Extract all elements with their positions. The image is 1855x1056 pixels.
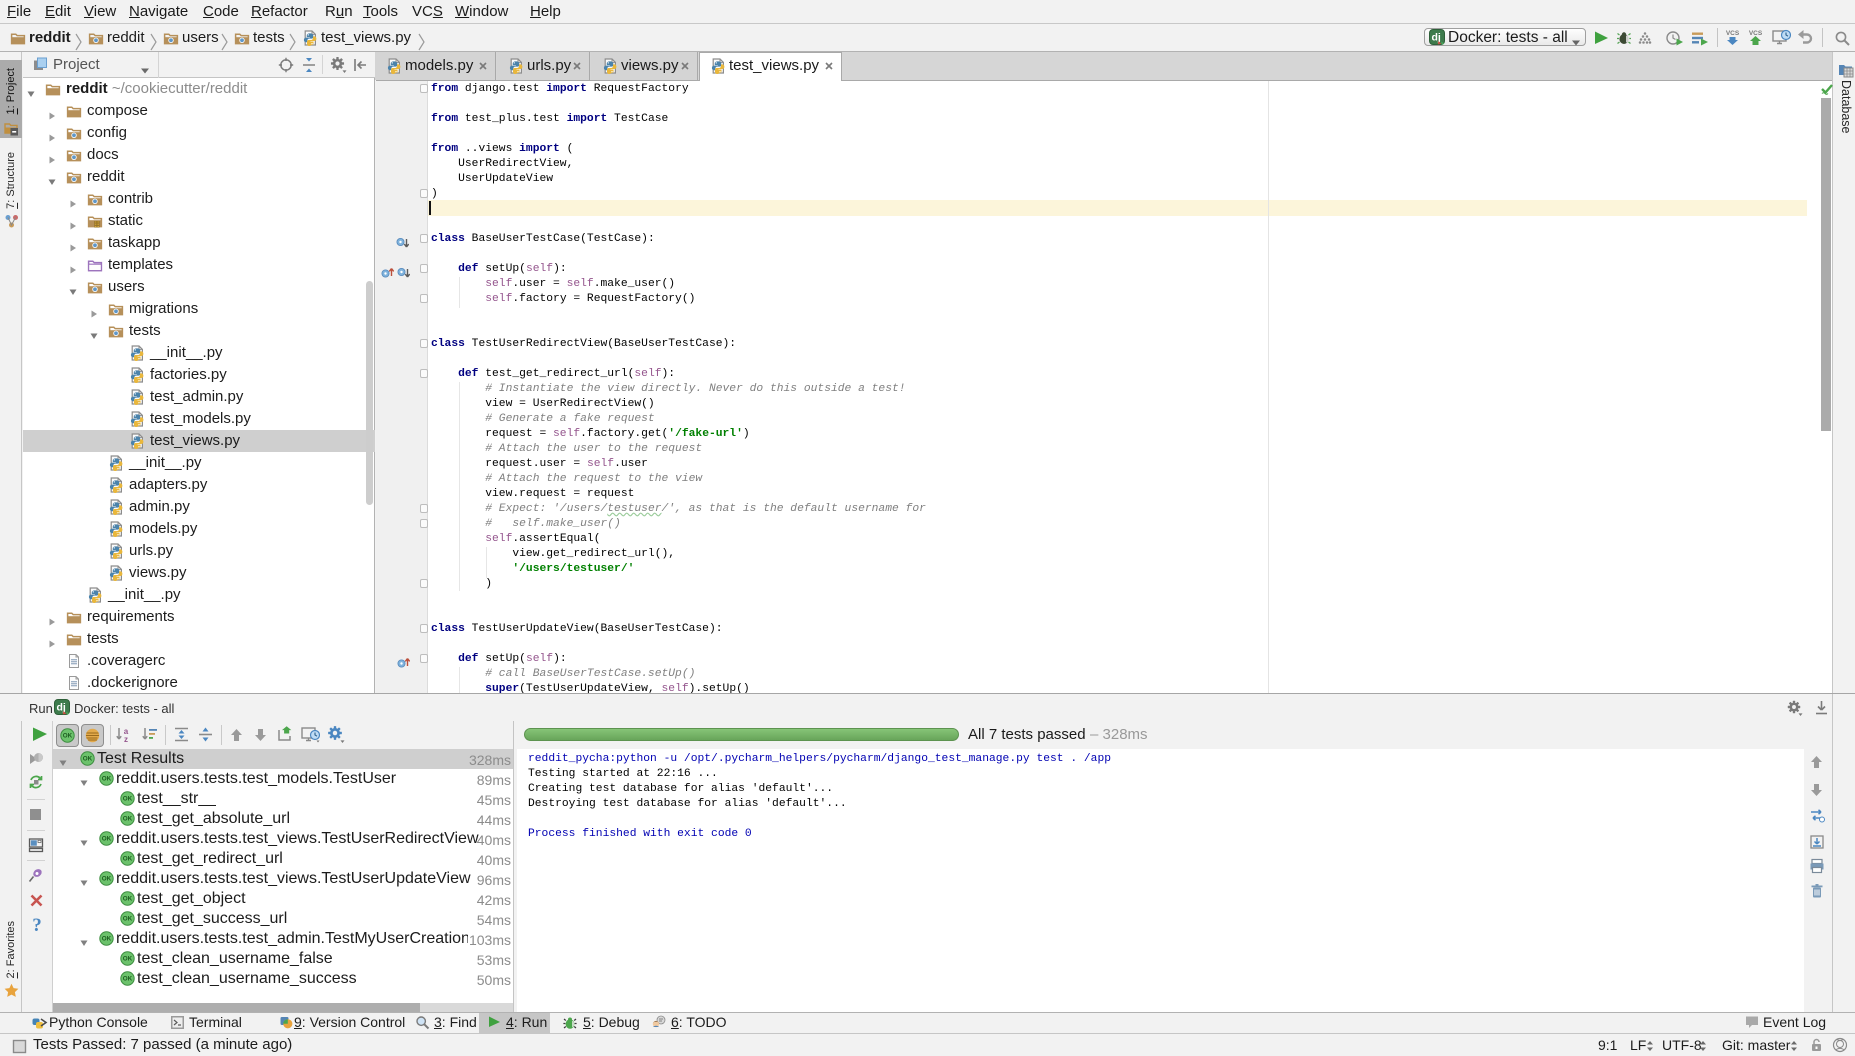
svg-text:z: z — [124, 735, 128, 743]
svg-text:dj: dj — [1432, 32, 1441, 44]
svg-text:?: ? — [32, 916, 42, 934]
svg-text:OK: OK — [83, 756, 93, 763]
svg-text:OK: OK — [123, 796, 133, 803]
svg-text:OK: OK — [102, 836, 112, 843]
svg-text:OK: OK — [123, 896, 133, 903]
svg-text:OK: OK — [123, 856, 133, 863]
svg-text:dj: dj — [57, 702, 66, 714]
svg-text:OK: OK — [63, 733, 73, 740]
svg-text:VCS: VCS — [1749, 30, 1763, 37]
svg-text:OK: OK — [102, 936, 112, 943]
svg-text:OK: OK — [123, 956, 133, 963]
svg-text:OK: OK — [102, 776, 112, 783]
svg-text:VCS: VCS — [1726, 30, 1740, 37]
svg-text:OK: OK — [123, 916, 133, 923]
svg-text:OK: OK — [102, 876, 112, 883]
svg-text:OK: OK — [123, 976, 133, 983]
svg-text:OK: OK — [123, 816, 133, 823]
